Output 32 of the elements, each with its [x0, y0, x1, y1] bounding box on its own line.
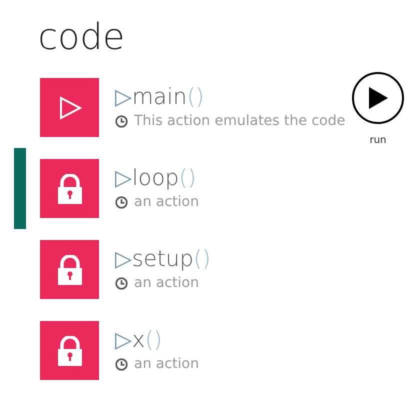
run-label: run	[370, 136, 386, 146]
action-marker: ▷	[115, 168, 132, 190]
action-description: an action	[134, 276, 199, 290]
action-name[interactable]: x	[132, 330, 146, 352]
action-marker: ▷	[115, 249, 132, 271]
action-parens: ()	[145, 330, 162, 352]
page-title: code	[38, 20, 125, 56]
action-marker: ▷	[115, 87, 132, 109]
action-name[interactable]: loop	[132, 168, 179, 190]
clock-icon	[115, 276, 128, 290]
action-tile[interactable]	[40, 240, 99, 299]
play-outline-icon	[58, 96, 82, 120]
action-tile[interactable]	[40, 321, 99, 380]
action-parens: ()	[194, 249, 211, 271]
action-tile[interactable]	[40, 159, 99, 218]
lock-icon	[56, 254, 82, 284]
lock-icon	[56, 174, 82, 204]
lock-icon	[56, 336, 82, 366]
action-description: This action emulates the code	[134, 114, 346, 128]
action-name[interactable]: main	[132, 87, 187, 109]
action-description: an action	[134, 195, 199, 209]
action-parens: ()	[179, 168, 196, 190]
action-tile[interactable]	[40, 78, 99, 137]
run-button[interactable]	[352, 72, 404, 124]
clock-icon	[115, 114, 128, 128]
clock-icon	[115, 358, 128, 370]
action-marker: ▷	[115, 330, 132, 352]
action-description: an action	[134, 357, 199, 371]
play-icon	[368, 87, 388, 109]
action-parens: ()	[186, 87, 204, 109]
action-name[interactable]: setup	[132, 249, 194, 271]
clock-icon	[115, 196, 128, 208]
